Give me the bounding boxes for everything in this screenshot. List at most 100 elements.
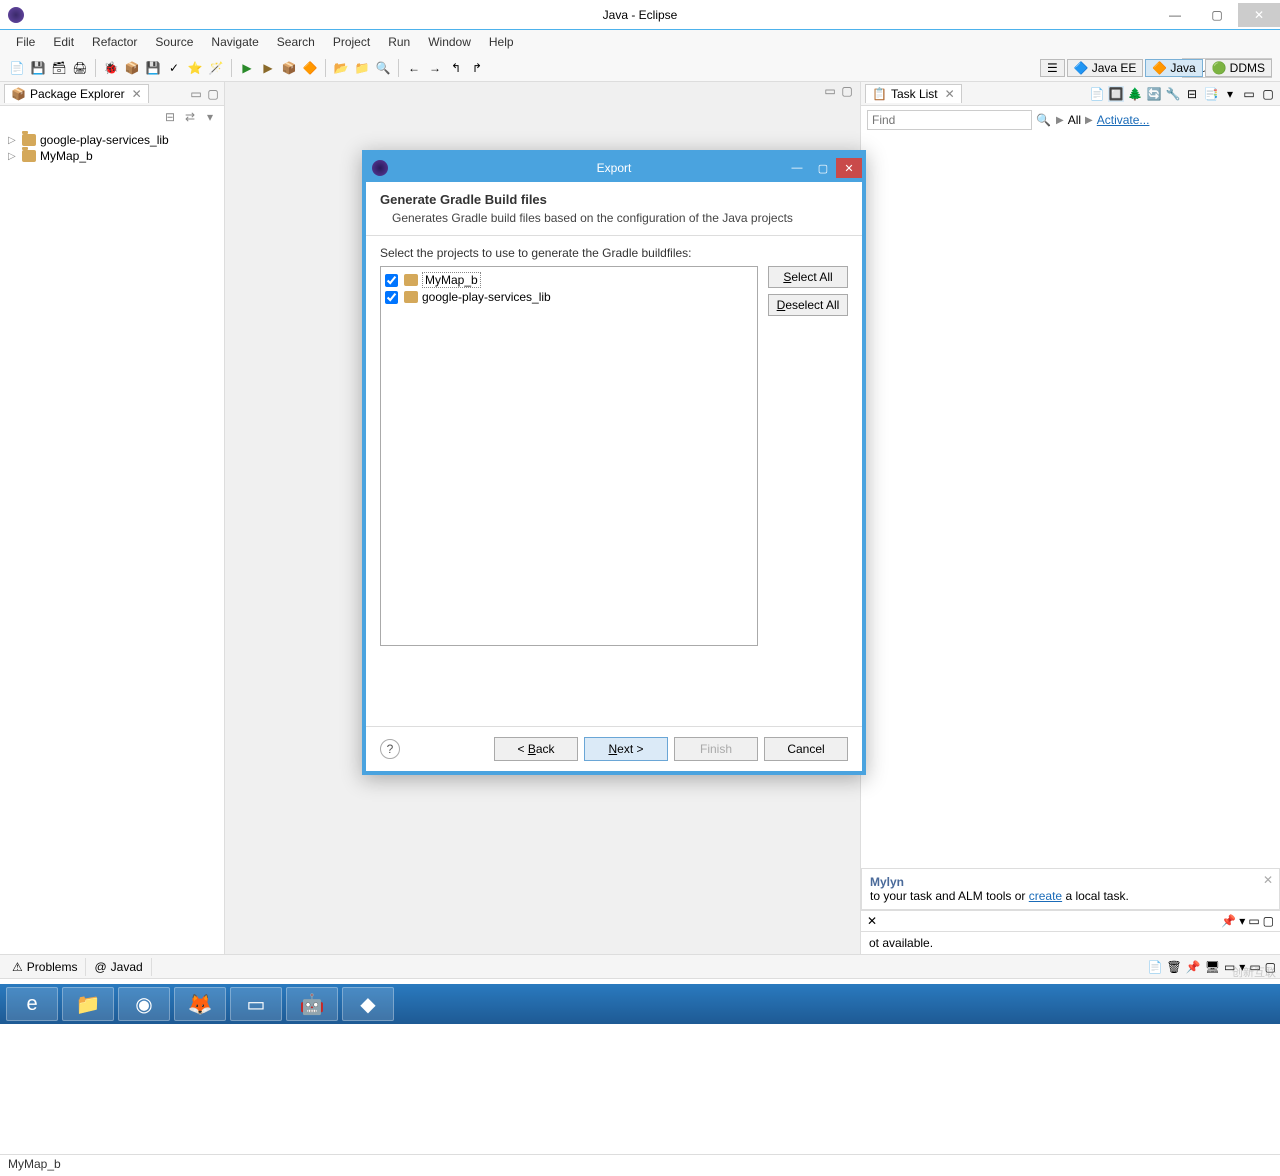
menu-source[interactable]: Source — [147, 33, 201, 51]
deselect-all-button[interactable]: Deselect All — [768, 294, 848, 316]
save-icon[interactable]: 💾 — [29, 59, 47, 77]
star-icon[interactable]: ⭐ — [186, 59, 204, 77]
package-explorer-tab[interactable]: 📦 Package Explorer ✕ — [4, 84, 149, 103]
window-maximize-button[interactable]: ▢ — [1196, 3, 1238, 27]
focus-icon[interactable]: 📑 — [1203, 86, 1219, 102]
menu-file[interactable]: File — [8, 33, 43, 51]
tree-item[interactable]: ▷MyMap_b — [8, 148, 216, 164]
help-icon[interactable]: ? — [380, 739, 400, 759]
nav-forward-icon[interactable]: → — [426, 59, 444, 77]
editor-maximize-icon[interactable]: ▢ — [840, 84, 854, 98]
collapse-icon[interactable]: ⊟ — [1184, 86, 1200, 102]
task-find-input[interactable] — [867, 110, 1032, 130]
projects-listbox[interactable]: MyMap_b google-play-services_lib — [380, 266, 758, 646]
nav-prev-icon[interactable]: ↰ — [447, 59, 465, 77]
create-link[interactable]: create — [1029, 889, 1062, 903]
all-link[interactable]: All — [1068, 113, 1081, 127]
select-all-button[interactable]: SSelect Allelect All — [768, 266, 848, 288]
dialog-maximize-button[interactable]: ▢ — [810, 158, 836, 178]
menu-icon[interactable]: ▾ — [1222, 86, 1238, 102]
problems-tab[interactable]: ⚠Problems — [4, 958, 86, 976]
dialog-minimize-button[interactable]: — — [784, 158, 810, 178]
project-checkbox[interactable] — [385, 291, 398, 304]
menu-navigate[interactable]: Navigate — [203, 33, 266, 51]
new-package-icon[interactable]: 📦 — [280, 59, 298, 77]
open-folder-icon[interactable]: 📂 — [332, 59, 350, 77]
tree-icon[interactable]: 🌲 — [1127, 86, 1143, 102]
task-list-tab[interactable]: 📋 Task List ✕ — [865, 84, 962, 103]
new-class-icon[interactable]: 🔶 — [301, 59, 319, 77]
nav-back-icon[interactable]: ← — [405, 59, 423, 77]
view-minimize-icon[interactable]: ▭ — [1241, 86, 1257, 102]
close-icon[interactable]: ✕ — [132, 87, 142, 101]
open-perspective-button[interactable]: ☰ — [1040, 59, 1065, 77]
cancel-button[interactable]: Cancel — [764, 737, 848, 761]
lock-icon[interactable]: 📌 — [1186, 960, 1201, 974]
filter-icon[interactable]: 🔧 — [1165, 86, 1181, 102]
menu-edit[interactable]: Edit — [45, 33, 82, 51]
search-icon[interactable]: 🔍 — [374, 59, 392, 77]
sync-icon[interactable]: 🔄 — [1146, 86, 1162, 102]
menu-refactor[interactable]: Refactor — [84, 33, 145, 51]
view-maximize-icon[interactable]: ▢ — [1263, 914, 1274, 928]
run-icon[interactable]: ▶ — [238, 59, 256, 77]
categorize-icon[interactable]: 🔲 — [1108, 86, 1124, 102]
view-maximize-icon[interactable]: ▢ — [206, 87, 220, 101]
task-icon[interactable]: ✓ — [165, 59, 183, 77]
debug-icon[interactable]: 🐞 — [102, 59, 120, 77]
taskbar-chrome-icon[interactable]: ◉ — [118, 987, 170, 1021]
menu-search[interactable]: Search — [269, 33, 323, 51]
taskbar-explorer-icon[interactable]: 📁 — [62, 987, 114, 1021]
perspective-ddms[interactable]: 🟢 DDMS — [1205, 59, 1272, 77]
taskbar-android-icon[interactable]: 🤖 — [286, 987, 338, 1021]
close-icon[interactable]: ✕ — [945, 87, 955, 101]
close-icon[interactable]: ✕ — [1263, 873, 1273, 887]
project-checkbox-item[interactable]: MyMap_b — [385, 271, 753, 289]
taskbar-ie-icon[interactable]: e — [6, 987, 58, 1021]
open-type-icon[interactable]: 📦 — [123, 59, 141, 77]
window-close-button[interactable]: ✕ — [1238, 3, 1280, 27]
javadoc-tab[interactable]: @Javad — [86, 958, 151, 976]
view-maximize-icon[interactable]: ▢ — [1260, 86, 1276, 102]
console-icon[interactable]: 📄 — [1148, 960, 1163, 974]
view-menu-icon[interactable]: ▾ — [202, 109, 218, 125]
clear-icon[interactable]: 🗑 — [1167, 960, 1182, 974]
taskbar-window-icon[interactable]: ▭ — [230, 987, 282, 1021]
back-button[interactable]: < Back — [494, 737, 578, 761]
view-minimize-icon[interactable]: ▭ — [189, 87, 203, 101]
new-icon[interactable]: 📄 — [8, 59, 26, 77]
activate-link[interactable]: Activate... — [1097, 113, 1150, 127]
editor-minimize-icon[interactable]: ▭ — [823, 84, 837, 98]
perspective-javaee[interactable]: 🔷 Java EE — [1067, 59, 1144, 77]
pin-icon[interactable]: 📌 — [1221, 914, 1236, 928]
menu-window[interactable]: Window — [420, 33, 479, 51]
window-minimize-button[interactable]: — — [1154, 3, 1196, 27]
taskbar-eclipse-icon[interactable]: ◆ — [342, 987, 394, 1021]
save-all-icon[interactable]: 🗃 — [50, 59, 68, 77]
save-disk-icon[interactable]: 💾 — [144, 59, 162, 77]
wand-icon[interactable]: 🪄 — [207, 59, 225, 77]
menu-run[interactable]: Run — [380, 33, 418, 51]
display-icon[interactable]: 🖥 — [1205, 960, 1220, 974]
tree-item[interactable]: ▷google-play-services_lib — [8, 132, 216, 148]
link-editor-icon[interactable]: ⇄ — [182, 109, 198, 125]
next-button[interactable]: Next > — [584, 737, 668, 761]
dialog-titlebar[interactable]: Export — ▢ ✕ — [366, 154, 862, 182]
ext-tools-icon[interactable]: ▶ — [259, 59, 277, 77]
print-icon[interactable]: 🖨 — [71, 59, 89, 77]
menu-help[interactable]: Help — [481, 33, 522, 51]
menu-project[interactable]: Project — [325, 33, 378, 51]
nav-next-icon[interactable]: ↱ — [468, 59, 486, 77]
new-task-icon[interactable]: 📄 — [1089, 86, 1105, 102]
collapse-all-icon[interactable]: ⊟ — [162, 109, 178, 125]
search-icon[interactable]: 🔍 — [1036, 113, 1052, 127]
taskbar-firefox-icon[interactable]: 🦊 — [174, 987, 226, 1021]
open-project-icon[interactable]: 📁 — [353, 59, 371, 77]
project-checkbox-item[interactable]: google-play-services_lib — [385, 289, 753, 305]
dialog-close-button[interactable]: ✕ — [836, 158, 862, 178]
outline-tab-icon[interactable]: ✕ — [867, 914, 877, 928]
view-minimize-icon[interactable]: ▭ — [1248, 914, 1259, 928]
perspective-java[interactable]: 🔶 Java — [1145, 59, 1202, 77]
view-menu-icon[interactable]: ▾ — [1239, 914, 1245, 928]
project-checkbox[interactable] — [385, 274, 398, 287]
